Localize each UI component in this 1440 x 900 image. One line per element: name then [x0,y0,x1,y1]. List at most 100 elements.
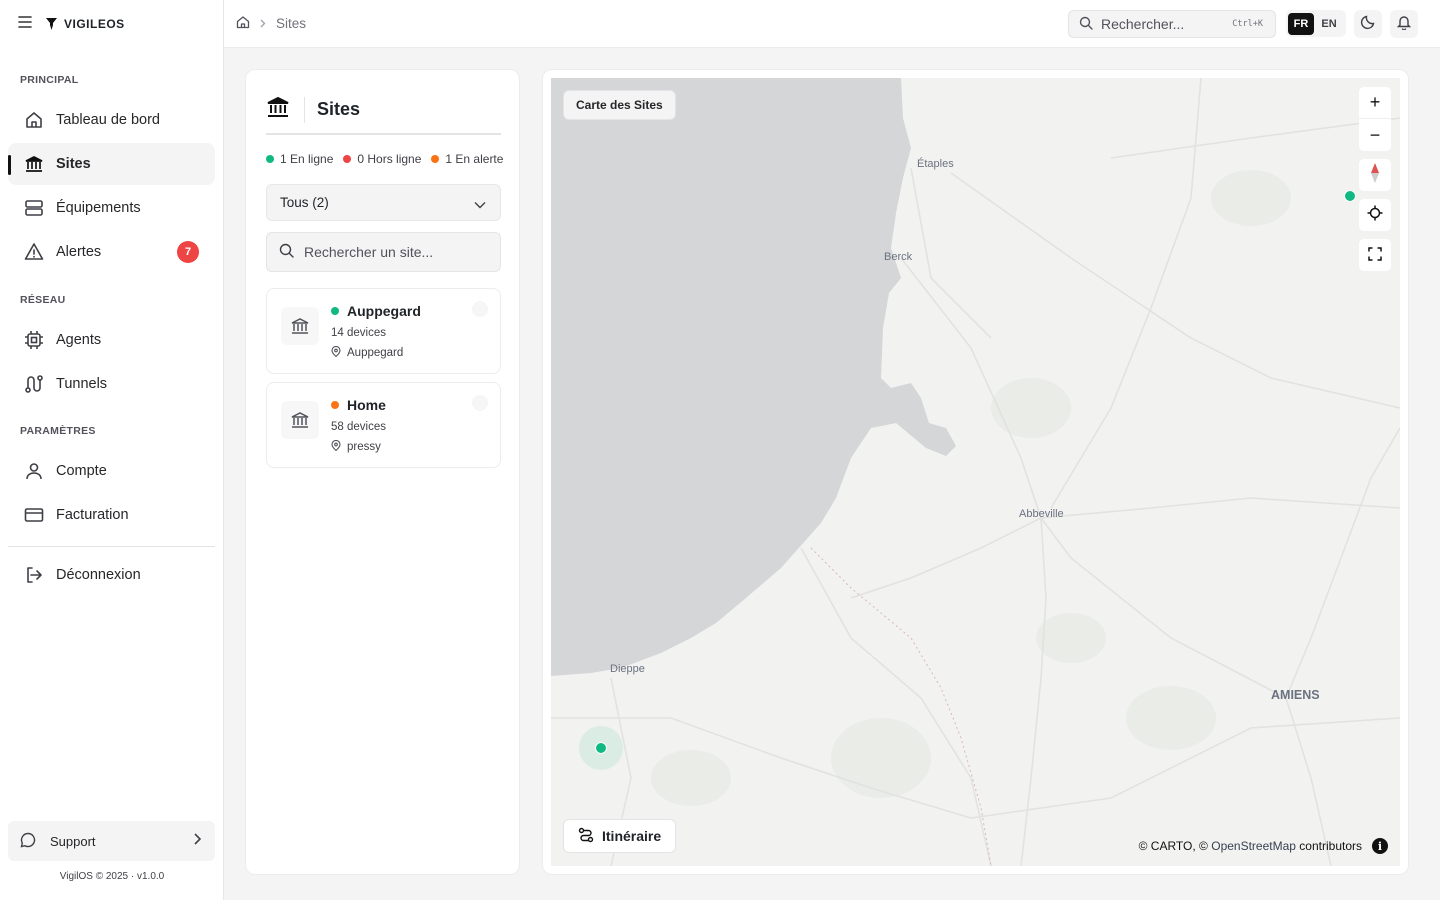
site-search-input[interactable]: Rechercher un site... [266,232,501,272]
online-dot [266,155,274,163]
site-name: Auppegard [331,303,421,319]
brand-logo[interactable]: VIGILEOS [46,17,125,31]
language-switcher: FR EN [1286,10,1346,37]
site-filter-value: Tous (2) [280,195,329,210]
site-card-auppegard[interactable]: Auppegard 14 devices Auppegard [266,288,501,374]
warning-icon [24,242,44,262]
site-filter-select[interactable]: Tous (2) [266,184,501,221]
city-berck: Berck [884,251,913,263]
sites-map[interactable]: Étaples Berck Abbeville Dieppe AMIENS Ca… [551,78,1400,866]
breadcrumb-current: Sites [276,16,307,31]
alert-count-badge: 7 [177,241,199,263]
server-icon [24,198,44,218]
header-separator [304,96,305,123]
bank-icon [266,95,290,124]
site-card-home[interactable]: Home 58 devices pressy [266,382,501,468]
moon-icon [1360,14,1376,35]
status-offline: 0 Hors ligne [343,152,421,166]
sidebar-item-label: Équipements [56,200,141,216]
status-alert: 1 En alerte [431,152,503,166]
site-name-text: Auppegard [347,303,421,319]
search-icon [1079,16,1093,33]
itinerary-button[interactable]: Itinéraire [563,819,677,853]
sidebar-item-label: Facturation [56,507,129,523]
top-bar: Sites Rechercher... Ctrl+K FR EN [224,0,1440,48]
copyright-text: VigilOS © 2025 · v1.0.0 [59,871,165,882]
logout-label: Déconnexion [56,567,141,583]
map-attribution: © CARTO, © OpenStreetMap contributors i [1139,838,1388,854]
fullscreen-icon [1368,245,1382,266]
city-etaples: Étaples [917,158,954,170]
attribution-contributors: contributors [1299,839,1362,853]
sidebar-item-label: Alertes [56,244,102,260]
section-principal: PRINCIPAL [20,74,79,86]
logout-icon [24,565,44,585]
chevron-right-icon [260,16,266,31]
locate-button[interactable] [1359,199,1391,231]
site-marker-auppegard[interactable] [595,742,607,754]
city-abbeville: Abbeville [1019,508,1064,520]
route-icon [24,374,44,394]
panel-title: Sites [317,99,361,119]
site-search-placeholder: Rechercher un site... [304,244,434,260]
section-parametres: PARAMÈTRES [20,425,96,437]
sidebar-item-tunnels[interactable]: Tunnels [8,363,215,405]
fullscreen-button[interactable] [1359,239,1391,271]
home-icon[interactable] [236,15,250,32]
map-base-layer [551,78,1400,866]
bank-icon [281,401,319,439]
logout-button[interactable]: Déconnexion [8,554,215,596]
home-icon [24,110,44,130]
sidebar-item-alertes[interactable]: Alertes 7 [8,231,215,273]
sidebar-item-sites[interactable]: Sites [8,143,215,185]
support-label: Support [50,833,96,849]
chat-icon [20,832,36,851]
sidebar-header: VIGILEOS [0,0,223,48]
attribution-osm-link[interactable]: OpenStreetMap [1211,839,1296,853]
chevron-down-icon [474,197,486,212]
sidebar-item-agents[interactable]: Agents [8,319,215,361]
lang-en-button[interactable]: EN [1316,13,1342,35]
map-title: Carte des Sites [563,90,676,120]
site-marker-home[interactable] [1344,190,1356,202]
sidebar-item-equipements[interactable]: Équipements [8,187,215,229]
notifications-button[interactable] [1390,10,1418,38]
sidebar-item-facturation[interactable]: Facturation [8,494,215,536]
itinerary-label: Itinéraire [602,828,662,844]
sidebar-item-compte[interactable]: Compte [8,450,215,492]
route-icon [578,827,594,846]
bank-icon [24,154,44,174]
site-action-icon[interactable] [472,301,488,317]
theme-toggle-button[interactable] [1354,10,1382,38]
city-amiens: AMIENS [1271,688,1320,702]
zoom-out-button[interactable]: − [1359,119,1391,151]
bell-icon [1396,14,1412,35]
alert-dot [431,155,440,163]
cpu-icon [24,330,44,350]
credit-card-icon [24,505,44,525]
site-location-text: Auppegard [347,347,404,359]
zoom-in-button[interactable]: + [1359,87,1391,119]
sidebar: VIGILEOS PRINCIPAL Tableau de bord Sites… [0,0,224,900]
site-device-count: 14 devices [331,327,386,339]
menu-icon[interactable] [18,15,32,33]
chevron-right-icon [193,833,202,848]
site-name-text: Home [347,397,386,413]
support-button[interactable]: Support [8,821,215,861]
section-reseau: RÉSEAU [20,294,66,306]
info-icon[interactable]: i [1372,838,1388,854]
brand-name: VIGILEOS [64,17,125,31]
lang-fr-button[interactable]: FR [1288,12,1314,35]
offline-dot [343,155,352,163]
site-status-dot [331,401,339,409]
attribution-carto: © CARTO, © [1138,839,1208,853]
site-device-count: 58 devices [331,421,386,433]
site-action-icon[interactable] [472,395,488,411]
compass-button[interactable] [1359,159,1391,191]
global-search-placeholder: Rechercher... [1101,16,1185,32]
sites-panel: Sites 1 En ligne 0 Hors ligne 1 En alert… [245,69,520,875]
site-name: Home [331,397,386,413]
sidebar-item-dashboard[interactable]: Tableau de bord [8,99,215,141]
status-online: 1 En ligne [266,152,333,166]
global-search-input[interactable]: Rechercher... Ctrl+K [1068,10,1276,38]
